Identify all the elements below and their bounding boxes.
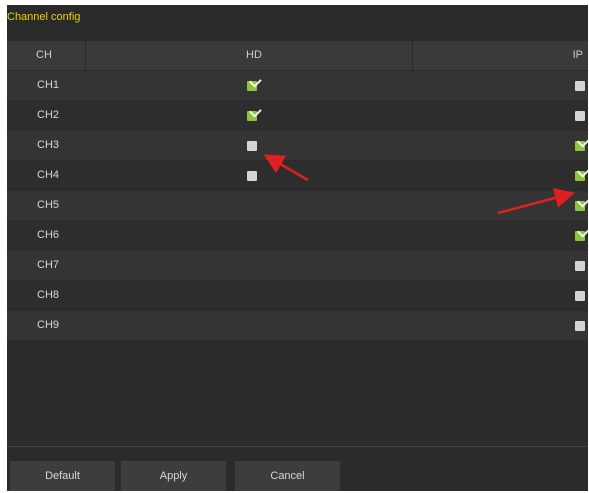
table-row: CH2 (7, 101, 588, 130)
table-row: CH9 (7, 311, 588, 340)
table-row: CH6 (7, 221, 588, 250)
header-ch-label: CH (36, 49, 52, 61)
ip-checkbox[interactable] (575, 171, 585, 181)
channel-label: CH9 (37, 319, 60, 331)
channel-config-panel: Channel config CH HD IP CH1 CH2 CH3 CH4 CH5 C… (7, 5, 588, 491)
apply-button[interactable]: Apply (121, 461, 226, 491)
hd-checkbox[interactable] (247, 141, 257, 151)
cancel-button[interactable]: Cancel (235, 461, 340, 491)
hd-checkbox[interactable] (247, 81, 257, 91)
table-row: CH8 (7, 281, 588, 310)
channel-label: CH4 (37, 169, 60, 181)
ip-checkbox[interactable] (575, 81, 585, 91)
table-row: CH5 (7, 191, 588, 220)
ip-checkbox[interactable] (575, 261, 585, 271)
ip-checkbox[interactable] (575, 141, 585, 151)
channel-label: CH8 (37, 289, 60, 301)
channel-label: CH7 (37, 259, 60, 271)
table-row: CH3 (7, 131, 588, 160)
channel-label: CH6 (37, 229, 60, 241)
table-header: CH HD IP (7, 41, 588, 70)
ip-checkbox[interactable] (575, 111, 585, 121)
ip-checkbox[interactable] (575, 231, 585, 241)
default-button[interactable]: Default (10, 461, 115, 491)
hd-checkbox[interactable] (247, 111, 257, 121)
window-title: Channel config (7, 5, 588, 35)
table-row: CH7 (7, 251, 588, 280)
channel-label: CH5 (37, 199, 60, 211)
hd-checkbox[interactable] (247, 171, 257, 181)
table-row: CH4 (7, 161, 588, 190)
header-hd-label: HD (246, 49, 262, 61)
header-ip: IP (413, 41, 588, 70)
header-hd: HD (86, 41, 413, 70)
header-ip-label: IP (572, 49, 583, 61)
table-row: CH1 (7, 71, 588, 100)
channel-label: CH2 (37, 109, 60, 121)
ip-checkbox[interactable] (575, 321, 585, 331)
channel-label: CH1 (37, 79, 60, 91)
ip-checkbox[interactable] (575, 291, 585, 301)
channel-label: CH3 (37, 139, 60, 151)
footer-divider (7, 446, 588, 447)
ip-checkbox[interactable] (575, 201, 585, 211)
header-ch: CH (7, 41, 86, 70)
